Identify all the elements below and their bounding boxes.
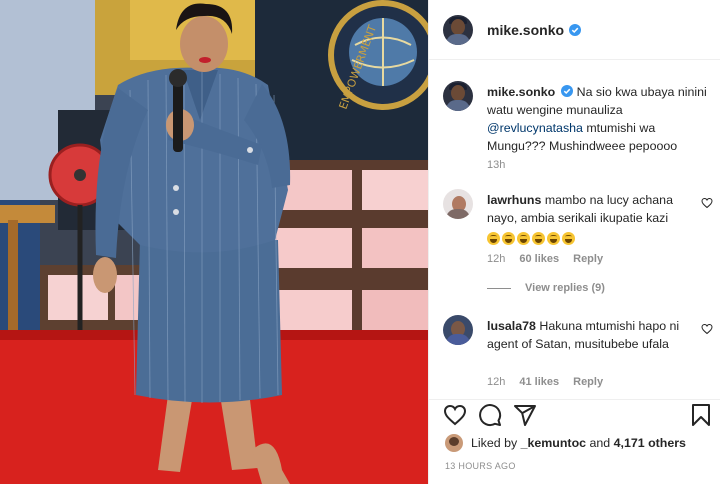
likes-summary[interactable]: Liked by _kemuntoc and 4,171 others bbox=[445, 434, 686, 452]
comment-age: 12h bbox=[487, 376, 506, 388]
comment-reply-button[interactable]: Reply bbox=[573, 253, 603, 265]
post-timestamp: 13 HOURS AGO bbox=[445, 461, 516, 471]
rolling-laughing-emoji bbox=[547, 232, 560, 245]
comment-likes[interactable]: 60 likes bbox=[519, 253, 559, 265]
rolling-laughing-emoji bbox=[487, 232, 500, 245]
likes-prefix: Liked by bbox=[471, 436, 518, 450]
likes-middle: and bbox=[589, 436, 611, 450]
liker-avatar bbox=[445, 434, 463, 452]
commenter-avatar[interactable] bbox=[443, 189, 473, 219]
comment-username[interactable]: lawrhuns bbox=[487, 193, 541, 207]
comment-meta: 12h 60 likes Reply bbox=[487, 253, 603, 265]
commenter-avatar[interactable] bbox=[443, 315, 473, 345]
view-replies-label: View replies (9) bbox=[525, 282, 605, 294]
post-photo-scene: EMPOWERMENT bbox=[0, 0, 428, 484]
comment-icon[interactable] bbox=[478, 403, 502, 427]
verified-badge-icon bbox=[569, 23, 582, 36]
comment-like-heart-icon[interactable] bbox=[701, 323, 713, 335]
caption-username[interactable]: mike.sonko bbox=[487, 85, 555, 99]
post-photo[interactable]: EMPOWERMENT bbox=[0, 0, 428, 484]
heart-icon[interactable] bbox=[443, 403, 467, 427]
rolling-laughing-emoji bbox=[562, 232, 575, 245]
post-side-panel: mike.sonko mike.sonko Na sio kwa ubaya n… bbox=[428, 0, 720, 484]
comment-reply-button[interactable]: Reply bbox=[573, 376, 603, 388]
emoji-row bbox=[487, 230, 697, 248]
comment-username[interactable]: lusala78 bbox=[487, 319, 536, 333]
comment-age: 12h bbox=[487, 253, 506, 265]
post-actions: Liked by _kemuntoc and 4,171 others 13 H… bbox=[429, 399, 720, 484]
view-replies-divider bbox=[487, 287, 511, 289]
post-header: mike.sonko bbox=[429, 0, 720, 60]
view-replies-button[interactable]: View replies (9) bbox=[487, 282, 605, 294]
share-icon[interactable] bbox=[513, 403, 537, 427]
caption-mention-link[interactable]: @revlucynatasha bbox=[487, 121, 583, 135]
caption-author-avatar[interactable] bbox=[443, 81, 473, 111]
comment-meta: 12h 41 likes Reply bbox=[487, 376, 603, 388]
bookmark-icon[interactable] bbox=[689, 403, 713, 427]
comment-like-heart-icon[interactable] bbox=[701, 197, 713, 209]
comments-list[interactable]: mike.sonko Na sio kwa ubaya ninini watu … bbox=[429, 61, 720, 399]
caption-age: 13h bbox=[487, 159, 506, 171]
liker-username[interactable]: _kemuntoc bbox=[521, 436, 586, 450]
likes-count[interactable]: 4,171 others bbox=[614, 436, 686, 450]
verified-badge-icon bbox=[560, 85, 573, 97]
post-author-avatar[interactable] bbox=[443, 14, 473, 45]
post-author-username[interactable]: mike.sonko bbox=[487, 22, 564, 38]
rolling-laughing-emoji bbox=[532, 232, 545, 245]
comment-likes[interactable]: 41 likes bbox=[519, 376, 559, 388]
rolling-laughing-emoji bbox=[517, 232, 530, 245]
rolling-laughing-emoji bbox=[502, 232, 515, 245]
